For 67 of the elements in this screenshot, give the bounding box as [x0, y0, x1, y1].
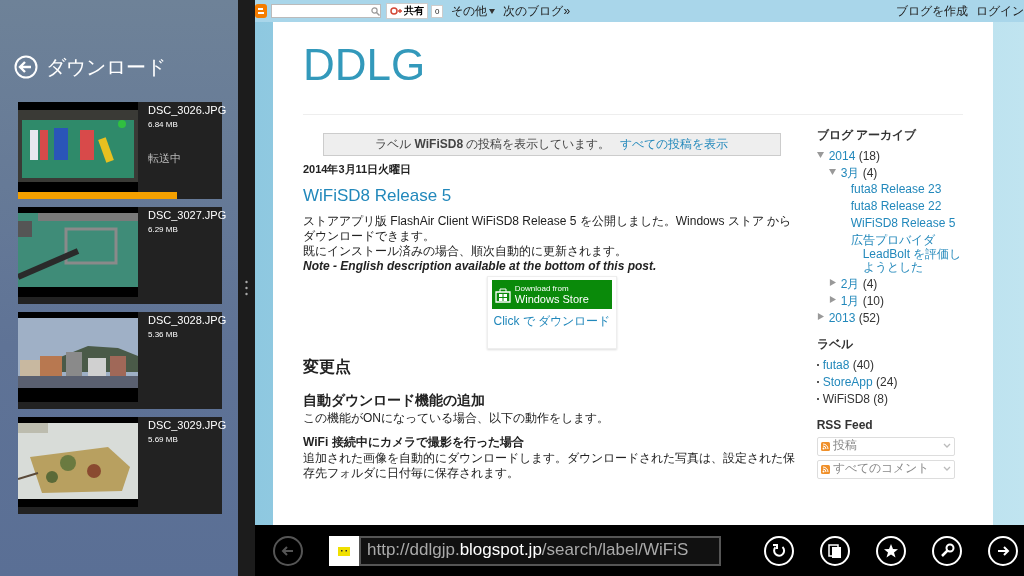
feed-dropdown[interactable]: 投稿 [816, 436, 955, 456]
archive-post-link[interactable]: WiFiSD8 Release 5 [850, 217, 963, 231]
transfer-status: 転送中 [148, 151, 182, 166]
archive-period-link[interactable]: 2014 (18) [828, 149, 881, 164]
address-field[interactable]: http://ddlgjp.blogspot.jp/search/label/WiFiS [359, 535, 721, 566]
chevron-down-icon [942, 443, 951, 450]
post-paragraph: 追加された画像を自動的にダウンロードします。ダウンロードされた写真は、設定された保存先フォルダに日付毎に保存されます。 [303, 451, 796, 481]
refresh-button[interactable] [764, 535, 794, 566]
tabs-icon [826, 541, 844, 560]
post-date: 2014年3月11日火曜日 [303, 162, 413, 177]
archive-heading: ブログ アーカイブ [816, 129, 918, 143]
file-size: 6.84 MB [148, 120, 179, 129]
note-text: Note - English description available at the bottom of this post. [303, 259, 658, 274]
refresh-icon [770, 541, 788, 560]
label-link[interactable]: futa8 (40) [822, 359, 875, 374]
archive-post-link[interactable]: futa8 Release 23 [850, 183, 963, 198]
triangle-right-icon[interactable] [816, 312, 824, 320]
forward-button[interactable] [988, 535, 1018, 566]
file-size: 5.36 MB [148, 330, 179, 339]
split-handle-icon[interactable] [245, 280, 248, 296]
store-badge[interactable]: Download from Windows Store [491, 280, 612, 309]
archive-period-link[interactable]: 1月 (10) [840, 294, 884, 309]
subsection-heading: 自動ダウンロード機能の追加 [303, 392, 486, 410]
file-size: 5.69 MB [148, 435, 179, 444]
caret-icon [489, 8, 496, 14]
rss-icon [820, 441, 830, 451]
triangle-right-icon[interactable] [828, 279, 836, 287]
star-button[interactable] [876, 535, 906, 566]
more-menu[interactable]: その他 [451, 2, 496, 20]
pane-title: ダウンロード [46, 54, 166, 80]
login-link[interactable]: ログイン [976, 2, 1024, 20]
shopping-bag-icon [494, 286, 511, 303]
post-paragraph: この機能がONになっている場合、以下の動作をします。 [303, 411, 610, 426]
share-button[interactable]: 共有 [386, 3, 428, 19]
next-blog-link[interactable]: 次のブログ» [503, 2, 571, 20]
file-size: 6.29 MB [148, 225, 179, 234]
archive-post-link[interactable]: 広告プロバイダ LeadBolt を評価しようとした [850, 233, 963, 276]
archive-period-link[interactable]: 3月 (4) [840, 166, 878, 181]
search-field[interactable] [271, 4, 381, 18]
labels-heading: ラベル [816, 337, 854, 352]
triangle-down-icon[interactable] [816, 150, 824, 158]
label-link[interactable]: StoreApp (24) [822, 376, 898, 390]
show-all-link[interactable]: すべての投稿を表示 [620, 137, 729, 151]
section-heading: 変更点 [303, 357, 352, 377]
rss-icon [820, 464, 830, 474]
triangle-right-icon[interactable] [828, 295, 836, 303]
badge-store-name: Windows Store [514, 293, 589, 305]
post-title[interactable]: WiFiSD8 Release 5 [303, 186, 452, 206]
tabs-button[interactable] [820, 535, 850, 566]
post-paragraph: 既にインストール済みの場合、順次自動的に更新されます。 [303, 244, 628, 259]
chevron-down-icon [942, 466, 951, 473]
rss-heading: RSS Feed [816, 418, 874, 433]
post-paragraph: ストアアプリ版 FlashAir Client WiFiSD8 Release 5 を公開しました。Windows ストア からダウンロードできます。 [303, 214, 793, 244]
feed-dropdown[interactable]: すべてのコメント [816, 459, 955, 479]
download-link[interactable]: Click で ダウンロード [493, 313, 611, 330]
search-icon [371, 6, 380, 16]
badge-caption: Download from [514, 284, 570, 293]
archive-post-link[interactable]: futa8 Release 22 [850, 200, 963, 214]
share-count: 0 [431, 4, 444, 18]
back-icon[interactable] [14, 55, 38, 79]
archive-period-link[interactable]: 2月 (4) [840, 278, 878, 292]
archive-period-link[interactable]: 2013 (52) [828, 311, 881, 326]
case-heading: WiFi 接続中にカメラで撮影を行った場合 [303, 434, 525, 451]
triangle-down-icon[interactable] [828, 167, 836, 175]
status-message: ラベル WiFiSD8 の投稿を表示しています。 [375, 137, 611, 151]
create-blog-link[interactable]: ブログを作成 [896, 2, 968, 20]
blogger-logo-icon[interactable] [255, 4, 267, 18]
